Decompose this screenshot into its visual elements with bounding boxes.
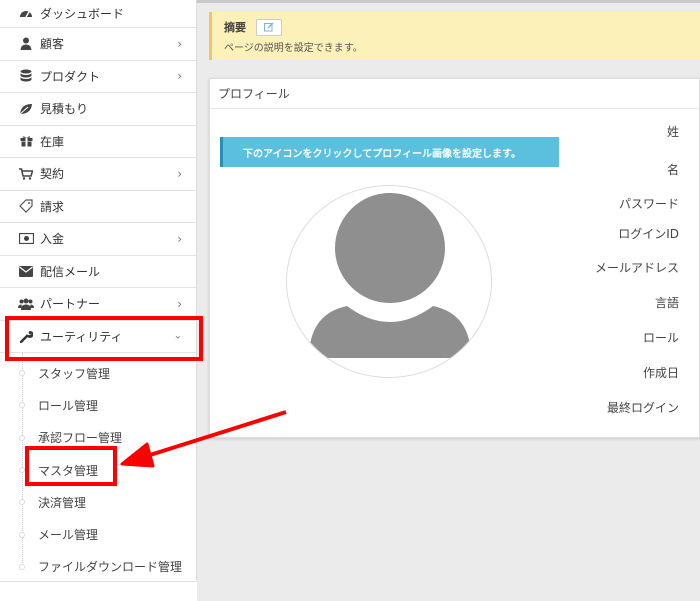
sidebar-item-label: 見積もり [40,102,89,117]
sidebar-item-label: 契約 [40,167,65,182]
top-strip [197,0,700,3]
label-login-id: ログインID [618,227,679,241]
label-created-at: 作成日 [642,366,679,380]
bullet-icon [19,499,25,506]
default-avatar-icon [309,193,471,358]
sidebar-item-products[interactable]: プロダクト › [0,61,196,93]
label-last-login: 最終ログイン [606,401,679,415]
dashboard-icon [18,6,34,22]
submenu-item-label: 承認フロー管理 [38,431,123,446]
submenu-item-label: スタッフ管理 [38,366,111,381]
master-management-highlight-box [25,446,117,486]
sidebar-item-label: ダッシュボード [40,7,125,21]
user-icon [18,36,34,52]
bullet-icon [19,402,25,409]
sidebar-item-label: 入金 [40,232,65,247]
submenu-item-label: ファイルダウンロード管理 [38,560,183,575]
gift-icon [18,133,34,149]
envelope-icon [18,263,34,279]
sidebar-item-billing[interactable]: 請求 [0,191,196,223]
submenu-item-roles[interactable]: ロール管理 [0,389,196,421]
sidebar-item-label: パートナー [40,297,101,312]
sidebar-item-dashboard[interactable]: ダッシュボード [0,0,196,28]
sidebar-item-inventory[interactable]: 在庫 [0,126,196,158]
chevron-right-icon: › [177,296,182,311]
money-icon [18,231,34,247]
chevron-right-icon: › [177,36,182,51]
label-language: 言語 [654,296,679,310]
submenu-item-label: 決済管理 [38,495,87,510]
edit-icon [264,22,274,32]
cart-icon [18,166,34,182]
summary-description: ページの説明を設定できます。 [224,43,363,54]
bullet-icon [19,434,25,441]
sidebar-item-label: 在庫 [40,134,65,149]
profile-panel-title: プロフィール [210,79,699,109]
profile-image-hint: 下のアイコンをクリックしてプロフィール画像を設定します。 [220,137,559,167]
database-icon [18,68,34,84]
chevron-right-icon: › [177,69,182,84]
edit-summary-button[interactable] [256,18,282,36]
sidebar-item-payments[interactable]: 入金 › [0,223,196,256]
avatar[interactable] [286,185,492,378]
bullet-icon [19,563,25,570]
chevron-right-icon: › [177,166,182,181]
submenu-item-label: メール管理 [38,528,99,543]
sidebar-item-label: プロダクト [40,69,101,84]
submenu-item-settlement[interactable]: 決済管理 [0,486,196,518]
utilities-highlight-box [5,316,203,361]
submenu-item-label: ロール管理 [38,398,99,413]
summary-title: 摘要 [224,21,246,34]
submenu-item-mail-settings[interactable]: メール管理 [0,518,196,550]
sidebar-item-customers[interactable]: 顧客 › [0,28,196,61]
sidebar-item-estimates[interactable]: 見積もり [0,93,196,126]
chevron-right-icon: › [177,231,182,246]
submenu-item-staff[interactable]: スタッフ管理 [0,357,196,389]
sidebar: ダッシュボード 顧客 › プロダクト › 見積もり 在庫 契約 › 請求 入金 … [0,0,197,601]
sidebar-item-contracts[interactable]: 契約 › [0,158,196,191]
label-first-name: 名 [666,163,679,177]
sidebar-item-label: 請求 [40,199,65,214]
bullet-icon [19,370,25,377]
submenu-item-file-download[interactable]: ファイルダウンロード管理 [0,551,196,583]
profile-panel: プロフィール 下のアイコンをクリックしてプロフィール画像を設定します。 姓 名 … [209,78,700,438]
leaf-icon [18,101,34,117]
label-email: メールアドレス [594,261,679,275]
label-role: ロール [642,331,679,345]
sidebar-footer [0,581,197,601]
sidebar-item-mail[interactable]: 配信メール [0,256,196,288]
sidebar-item-label: 顧客 [40,37,65,52]
label-password: パスワード [618,197,679,211]
sidebar-item-label: 配信メール [40,264,101,279]
users-icon [18,296,34,312]
label-last-name: 姓 [666,125,679,139]
bullet-icon [19,531,25,538]
tag-icon [18,198,34,214]
page-summary: 摘要 ページの説明を設定できます。 [209,12,700,60]
